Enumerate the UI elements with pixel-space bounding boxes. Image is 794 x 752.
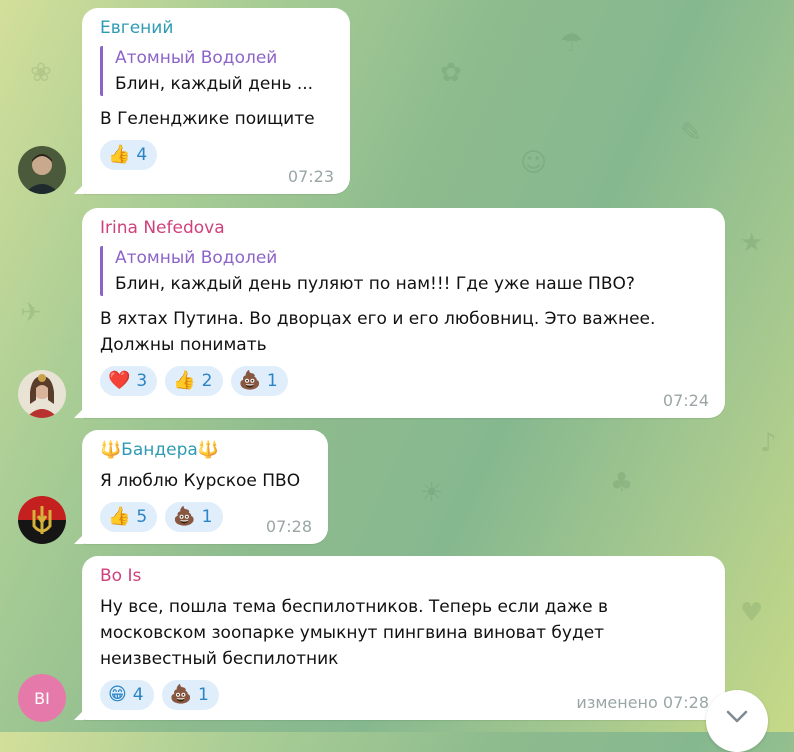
reaction-count: 2 xyxy=(201,371,213,391)
avatar-irina[interactable] xyxy=(18,370,66,418)
avatar-evgeniy[interactable] xyxy=(18,146,66,194)
reply-quote[interactable]: Атомный Водолей Блин, каждый день пуляют… xyxy=(100,246,709,296)
background-doodle-icon: ✎ xyxy=(680,118,702,148)
message-bubble[interactable]: Bo Is Ну все, пошла тема беспилотников. … xyxy=(74,556,725,720)
thumbs-up-icon: 👍 xyxy=(108,506,131,527)
reaction-grin[interactable]: 😁 4 xyxy=(100,680,154,710)
bubble-tail xyxy=(74,184,84,194)
background-doodle-icon: ☺ xyxy=(520,148,548,178)
message-time: 07:24 xyxy=(662,391,709,410)
message-bubble[interactable]: Irina Nefedova Атомный Водолей Блин, каж… xyxy=(74,208,725,418)
poop-icon: 💩 xyxy=(238,370,261,391)
reaction-count: 3 xyxy=(136,371,148,391)
reactions-bar: 👍 4 xyxy=(100,140,334,170)
reactions-bar: ❤️ 3 👍 2 💩 1 xyxy=(100,366,709,396)
message-text-line: Ну все, пошла тема беспилотников. Теперь… xyxy=(100,597,609,617)
background-doodle-icon: ✿ xyxy=(440,58,462,88)
reaction-poop[interactable]: 💩 1 xyxy=(230,366,288,396)
trident-flag-icon xyxy=(18,496,66,544)
background-doodle-icon: ♥ xyxy=(740,598,764,628)
sender-name[interactable]: 🔱Бандера🔱 xyxy=(100,440,312,460)
reaction-count: 1 xyxy=(201,507,213,527)
poop-icon: 💩 xyxy=(173,506,196,527)
reaction-count: 4 xyxy=(136,145,148,165)
reaction-poop[interactable]: 💩 1 xyxy=(161,680,219,710)
message-time: 07:28 xyxy=(662,693,709,712)
bubble-tail xyxy=(74,534,84,544)
message-time: 07:23 xyxy=(287,167,334,186)
poop-icon: 💩 xyxy=(169,684,193,705)
reaction-thumbs-up[interactable]: 👍 4 xyxy=(100,140,158,170)
user-photo-icon xyxy=(18,370,66,418)
message-text-line: Должны понимать xyxy=(100,335,267,355)
reaction-thumbs-up[interactable]: 👍 2 xyxy=(165,366,223,396)
message-text-line: В яхтах Путина. Во дворцах его и его люб… xyxy=(100,309,656,329)
bubble-tail xyxy=(74,408,84,418)
message-meta: изменено 07:28 xyxy=(576,693,709,712)
reply-quote[interactable]: Атомный Водолей Блин, каждый день ... xyxy=(100,46,334,96)
quote-text: Блин, каждый день ... xyxy=(115,74,314,94)
reaction-count: 4 xyxy=(132,685,144,705)
reaction-count: 1 xyxy=(266,371,278,391)
quote-author: Атомный Водолей xyxy=(115,48,278,68)
background-doodle-icon: ♣ xyxy=(610,468,634,498)
message-text-line: неизвестный беспилотник xyxy=(100,649,339,669)
background-doodle-icon: ♪ xyxy=(760,428,777,458)
message-time: 07:28 xyxy=(265,517,312,536)
bubble-tail xyxy=(74,710,84,720)
grin-icon: 😁 xyxy=(108,684,127,705)
thumbs-up-icon: 👍 xyxy=(108,144,131,165)
chevron-down-icon xyxy=(726,710,748,723)
sender-name[interactable]: Bo Is xyxy=(100,566,709,586)
sender-name[interactable]: Евгений xyxy=(100,18,334,38)
reaction-count: 1 xyxy=(198,685,209,705)
reaction-poop[interactable]: 💩 1 xyxy=(165,502,223,532)
message-text-line: московском зоопарке умыкнут пингвина вин… xyxy=(100,623,605,643)
avatar-bo-is[interactable]: BI xyxy=(18,674,66,722)
edited-label: изменено xyxy=(576,693,658,712)
background-doodle-icon: ☂ xyxy=(560,28,584,58)
background-doodle-icon: ☀ xyxy=(420,478,444,508)
quote-author: Атомный Водолей xyxy=(115,248,278,268)
user-photo-icon xyxy=(18,146,66,194)
message-text: В Геленджике поищите xyxy=(100,109,315,129)
background-doodle-icon: ✈ xyxy=(20,298,42,328)
background-doodle-icon: ❀ xyxy=(30,58,52,88)
reaction-thumbs-up[interactable]: 👍 5 xyxy=(100,502,158,532)
reaction-heart[interactable]: ❤️ 3 xyxy=(100,366,158,396)
message-text: Я люблю Курское ПВО xyxy=(100,471,301,491)
avatar-bandera[interactable] xyxy=(18,496,66,544)
quote-text: Блин, каждый день пуляют по нам!!! Где у… xyxy=(115,274,635,294)
thumbs-up-icon: 👍 xyxy=(173,370,196,391)
reaction-count: 5 xyxy=(136,507,148,527)
message-bubble[interactable]: Евгений Атомный Водолей Блин, каждый ден… xyxy=(74,8,350,194)
background-doodle-icon: ★ xyxy=(740,228,764,258)
message-bubble[interactable]: 🔱Бандера🔱 Я люблю Курское ПВО 👍 5 💩 1 07… xyxy=(74,430,328,544)
sender-name[interactable]: Irina Nefedova xyxy=(100,218,709,238)
heart-icon: ❤️ xyxy=(108,370,131,391)
scroll-to-bottom-button[interactable] xyxy=(706,690,768,752)
